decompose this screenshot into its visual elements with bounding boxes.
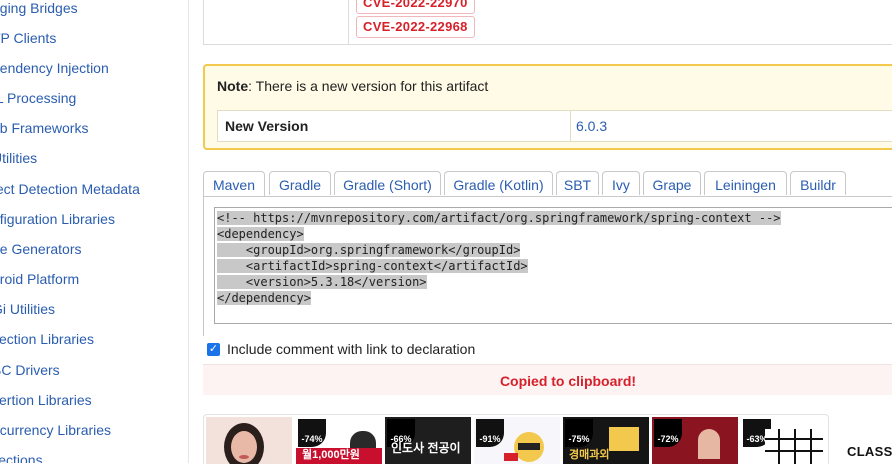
tab-maven[interactable]: Maven (203, 171, 265, 197)
sidebar-item-configuration-libraries[interactable]: nfiguration Libraries (0, 211, 115, 227)
sidebar-item-xml-processing[interactable]: IL Processing (0, 90, 76, 106)
include-comment-checkbox[interactable]: ✓ (207, 342, 220, 356)
new-version-link[interactable]: 6.0.3 (576, 118, 607, 134)
ad-tile[interactable] (206, 417, 292, 464)
include-comment-label[interactable]: Include comment with link to declaration (227, 341, 475, 357)
tab-grape[interactable]: Grape (643, 171, 701, 195)
new-version-table: New Version 6.0.3 (217, 110, 892, 142)
sidebar-item-concurrency-libraries[interactable]: ncurrency Libraries (0, 422, 111, 438)
note-text: Note: There is a new version for this ar… (217, 78, 488, 94)
table-divider (570, 111, 571, 141)
ad-banner[interactable]: -74% 월1,000만원 -66% 인도사 전공이 -91% -75% 경매과… (203, 414, 829, 464)
cve-link[interactable]: CVE-2022-22968 (356, 16, 475, 38)
sidebar-item-logging-bridges[interactable]: gging Bridges (0, 0, 78, 16)
sidebar-item-io-utilities[interactable]: Utilities (0, 150, 37, 166)
ad-tile[interactable]: -75% 경매과외 (563, 417, 649, 464)
ad-highlight (609, 427, 639, 451)
ad-tile[interactable]: -66% 인도사 전공이 (385, 417, 471, 464)
discount-badge: -72% (654, 419, 682, 447)
sidebar-item-web-frameworks[interactable]: eb Frameworks (0, 120, 88, 136)
sidebar-item-assertion-libraries[interactable]: sertion Libraries (0, 392, 92, 408)
discount-badge: -75% (565, 419, 593, 447)
sidebar-item-code-generators[interactable]: de Generators (0, 241, 82, 257)
include-comment-row: ✓ Include comment with link to declarati… (207, 340, 475, 358)
sidebar-item-defect-detection[interactable]: fect Detection Metadata (0, 181, 140, 197)
new-version-label: New Version (225, 118, 309, 134)
ad-text: 인도사 전공이 (391, 441, 461, 455)
ad-tile[interactable]: -63% (741, 417, 827, 464)
sidebar-item-android-platform[interactable]: droid Platform (0, 271, 79, 287)
tab-gradle-short[interactable]: Gradle (Short) (334, 171, 441, 195)
character-icon (504, 432, 544, 462)
sidebar-item-osgi-utilities[interactable]: Gi Utilities (0, 301, 55, 317)
code-line: <groupId>org.springframework</groupId> (217, 243, 521, 257)
code-line: </dependency> (217, 291, 311, 305)
ad-text: 월1,000만원 (302, 449, 360, 461)
note-label: Note (217, 78, 249, 94)
dependency-snippet: <!-- https://mvnrepository.com/artifact/… (217, 210, 781, 306)
sidebar-item-jdbc-drivers[interactable]: BC Drivers (0, 362, 60, 378)
tab-leiningen[interactable]: Leiningen (704, 171, 787, 195)
dependency-snippet-textarea[interactable]: <!-- https://mvnrepository.com/artifact/… (214, 207, 892, 324)
building-icon (765, 429, 823, 464)
sidebar: gging Bridges TP Clients pendency Inject… (0, 0, 189, 463)
discount-badge: -91% (476, 419, 504, 447)
code-line: <dependency> (217, 227, 304, 241)
code-line: <!-- https://mvnrepository.com/artifact/… (217, 211, 781, 225)
sidebar-item-collections[interactable]: llections (0, 452, 43, 463)
tab-buildr[interactable]: Buildr (790, 171, 846, 195)
tab-ivy[interactable]: Ivy (602, 171, 640, 195)
ad-tile[interactable]: -74% 월1,000만원 (296, 417, 382, 464)
tab-gradle-kotlin[interactable]: Gradle (Kotlin) (444, 171, 553, 195)
cve-link[interactable]: CVE-2022-22970 (356, 0, 475, 14)
sidebar-item-reflection-libraries[interactable]: flection Libraries (0, 331, 94, 347)
sidebar-item-http-clients[interactable]: TP Clients (0, 30, 56, 46)
class-label: CLASS (847, 444, 892, 459)
new-version-note: Note: There is a new version for this ar… (203, 64, 892, 150)
person-icon (698, 429, 720, 459)
ad-tile[interactable]: -91% (474, 417, 560, 464)
copied-notification: Copied to clipboard! (203, 364, 892, 395)
ad-text: 경매과외 (569, 449, 610, 461)
copied-message: Copied to clipboard! (499, 373, 637, 389)
code-line: <artifactId>spring-context</artifactId> (217, 259, 528, 273)
note-message: : There is a new version for this artifa… (248, 78, 489, 94)
code-line: <version>5.3.18</version> (217, 275, 427, 289)
ad-tile[interactable]: -72% (652, 417, 738, 464)
person-photo-icon (206, 417, 292, 464)
tab-gradle[interactable]: Gradle (269, 171, 331, 195)
table-divider (348, 0, 349, 44)
discount-badge: -74% (298, 419, 326, 447)
sidebar-item-dependency-injection[interactable]: pendency Injection (0, 60, 109, 76)
tab-sbt[interactable]: SBT (556, 171, 599, 195)
vulnerabilities-table: CVE-2022-22970 CVE-2022-22968 (203, 0, 892, 45)
